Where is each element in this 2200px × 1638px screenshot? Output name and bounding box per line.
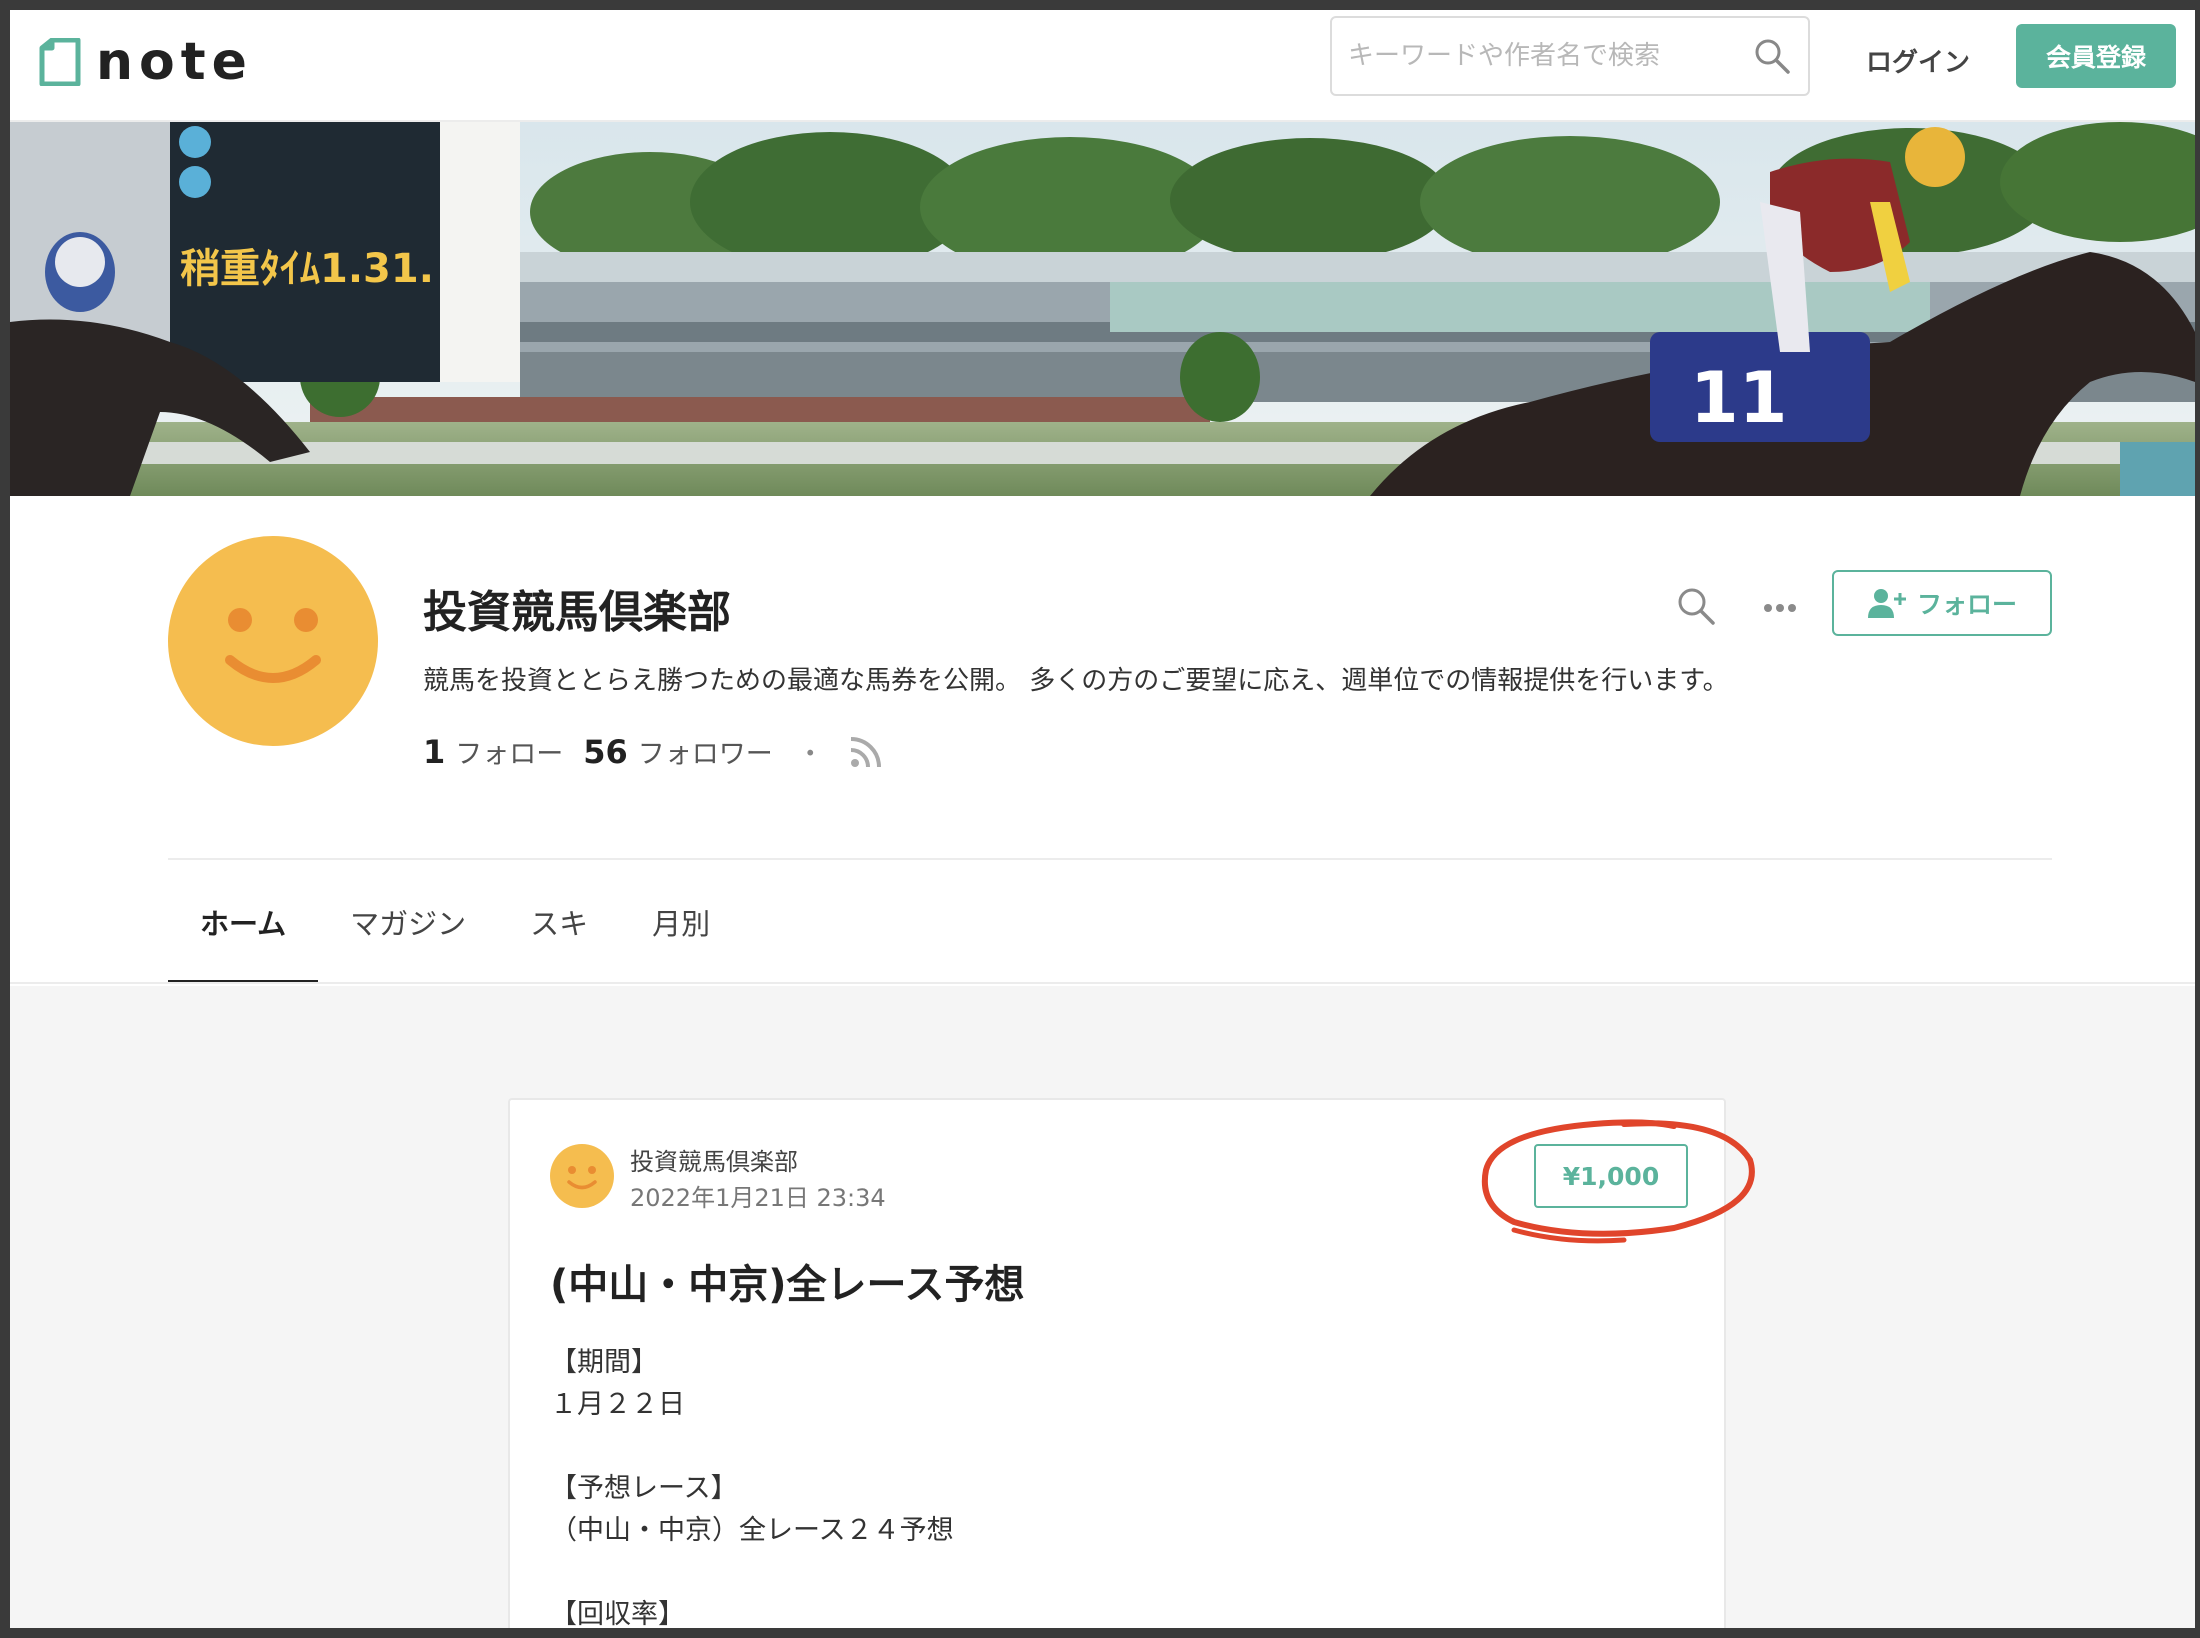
login-link[interactable]: ログイン [1866,42,1970,79]
tab-magazine[interactable]: マガジン [318,860,498,984]
follow-button[interactable]: フォロー [1832,570,2052,636]
article-title[interactable]: (中山・中京)全レース予想 [550,1252,1025,1310]
body-heading-races: 【予想レース】 [550,1473,738,1504]
price-button[interactable]: ¥1,000 [1534,1144,1688,1208]
browser-page: note ログイン 会員登録 [10,10,2195,1628]
body-text-period: １月２２日 [550,1389,685,1420]
add-user-icon [1867,589,1906,618]
tabs-bottom-border [10,982,2195,984]
body-heading-return-rate: 【回収率】 [550,1599,685,1628]
signup-button[interactable]: 会員登録 [2016,24,2176,88]
horse-racing-photo: 稍重 ﾀｲﾑ1.31. 11 [10,122,2195,496]
svg-text:11: 11 [1690,357,1787,439]
smiley-face-icon [567,1166,597,1190]
search-icon[interactable] [1752,36,1792,76]
author-avatar[interactable] [550,1144,614,1208]
site-header: note ログイン 会員登録 [10,10,2195,122]
tab-home[interactable]: ホーム [168,860,319,984]
profile-search-icon[interactable] [1674,584,1718,628]
article-body: 【期間】 １月２２日 【予想レース】 （中山・中京）全レース２４予想 【回収率】 [550,1342,954,1628]
stats-separator: ・ [796,739,824,770]
more-options-icon[interactable] [1758,586,1802,630]
search-box[interactable] [1330,16,1810,96]
body-heading-period: 【期間】 [550,1347,658,1378]
profile-name: 投資競馬倶楽部 [423,587,731,638]
follow-button-label: フォロー [1916,590,2017,619]
follower-label[interactable]: フォロワー [638,732,773,771]
svg-text:ﾀｲﾑ1.31.: ﾀｲﾑ1.31. [260,246,434,292]
profile-banner-image: 稍重 ﾀｲﾑ1.31. 11 [10,122,2195,496]
profile-stats: 1 フォロー 56 フォロワー ・ [423,732,884,771]
profile-tabs: ホーム マガジン スキ 月別 [168,860,742,984]
follower-count[interactable]: 56 [583,733,628,771]
smiley-face-icon [225,608,321,683]
article-author[interactable]: 投資競馬倶楽部 [630,1142,798,1177]
profile-avatar[interactable] [168,536,378,746]
tab-monthly[interactable]: 月別 [620,860,742,984]
logo-text: note [96,32,253,92]
body-text-races: （中山・中京）全レース２４予想 [550,1515,954,1546]
follow-label[interactable]: フォロー [455,732,563,771]
tab-likes[interactable]: スキ [498,860,620,984]
article-card[interactable]: 投資競馬倶楽部 2022年1月21日 23:34 ¥1,000 (中山・中京)全… [508,1098,1755,1628]
rss-icon[interactable] [848,734,884,770]
svg-text:稍重: 稍重 [180,246,260,292]
note-logo[interactable]: note [38,32,253,92]
search-input[interactable] [1348,41,1752,71]
article-date: 2022年1月21日 23:34 [630,1184,886,1212]
follow-count[interactable]: 1 [423,733,445,771]
note-logo-icon [39,38,81,86]
profile-section: 投資競馬倶楽部 競馬を投資ととらえ勝つための最適な馬券を公開。 多くの方のご要望… [10,496,2195,984]
content-area: 投資競馬倶楽部 2022年1月21日 23:34 ¥1,000 (中山・中京)全… [10,986,2195,1628]
profile-bio: 競馬を投資ととらえ勝つための最適な馬券を公開。 多くの方のご要望に応え、週単位で… [423,666,1729,696]
